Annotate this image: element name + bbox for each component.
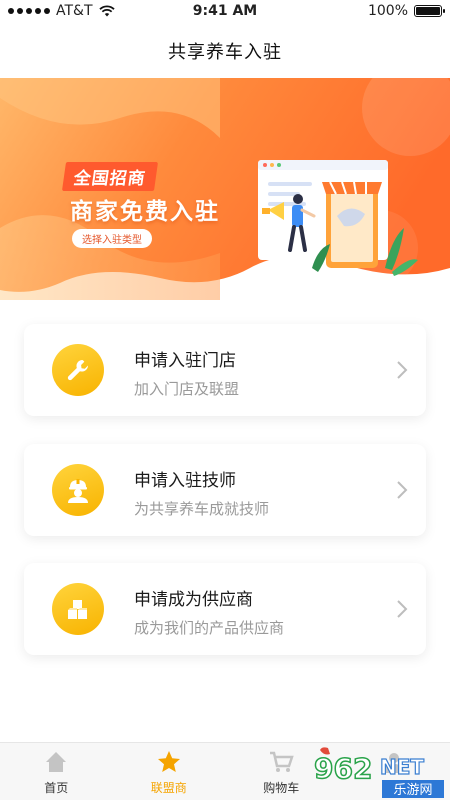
option-subtitle: 成为我们的产品供应商 — [134, 619, 285, 637]
select-type-button[interactable]: 选择入驻类型 — [72, 229, 152, 248]
option-title: 申请成为供应商 — [134, 590, 253, 610]
home-icon — [46, 752, 67, 772]
tab-label: 购物车 — [263, 781, 300, 795]
status-bar: AT&T 9:41 AM 100% — [0, 0, 450, 24]
wrench-icon — [52, 344, 104, 396]
worker-icon — [52, 464, 104, 516]
chevron-right-icon — [397, 600, 408, 618]
option-subtitle: 加入门店及联盟 — [134, 380, 240, 398]
tab-label: 首页 — [44, 781, 69, 795]
watermark-brand: 962 — [314, 752, 372, 785]
chevron-right-icon — [397, 481, 408, 499]
option-title: 申请入驻门店 — [134, 351, 236, 371]
promo-banner[interactable]: 全国招商 商家免费入驻 选择入驻类型 — [0, 78, 450, 300]
tab-alliance[interactable]: 联盟商 — [113, 743, 226, 800]
banner-headline: 商家免费入驻 — [70, 199, 220, 225]
boxes-icon — [52, 583, 104, 635]
page-title: 共享养车入驻 — [168, 42, 282, 63]
tab-home[interactable]: 首页 — [0, 743, 113, 800]
option-title: 申请入驻技师 — [134, 471, 236, 491]
watermark-suffix: NET — [380, 755, 424, 779]
cart-icon — [270, 751, 294, 772]
tab-label: 联盟商 — [150, 781, 187, 795]
chevron-right-icon — [397, 361, 408, 379]
nav-bar: 共享养车入驻 — [0, 24, 450, 78]
banner-tag: 全国招商 — [61, 162, 159, 191]
option-technician[interactable]: 申请入驻技师 为共享养车成就技师 — [24, 444, 426, 536]
site-watermark: 962 NET 乐游网 — [313, 747, 444, 798]
battery-icon — [414, 5, 445, 17]
option-supplier[interactable]: 申请成为供应商 成为我们的产品供应商 — [24, 563, 426, 655]
star-icon — [157, 751, 180, 772]
watermark-site: 乐游网 — [393, 783, 432, 798]
battery-label: 100% — [367, 3, 408, 19]
option-store[interactable]: 申请入驻门店 加入门店及联盟 — [24, 324, 426, 416]
status-right: 100% — [367, 3, 445, 19]
option-subtitle: 为共享养车成就技师 — [134, 500, 270, 518]
